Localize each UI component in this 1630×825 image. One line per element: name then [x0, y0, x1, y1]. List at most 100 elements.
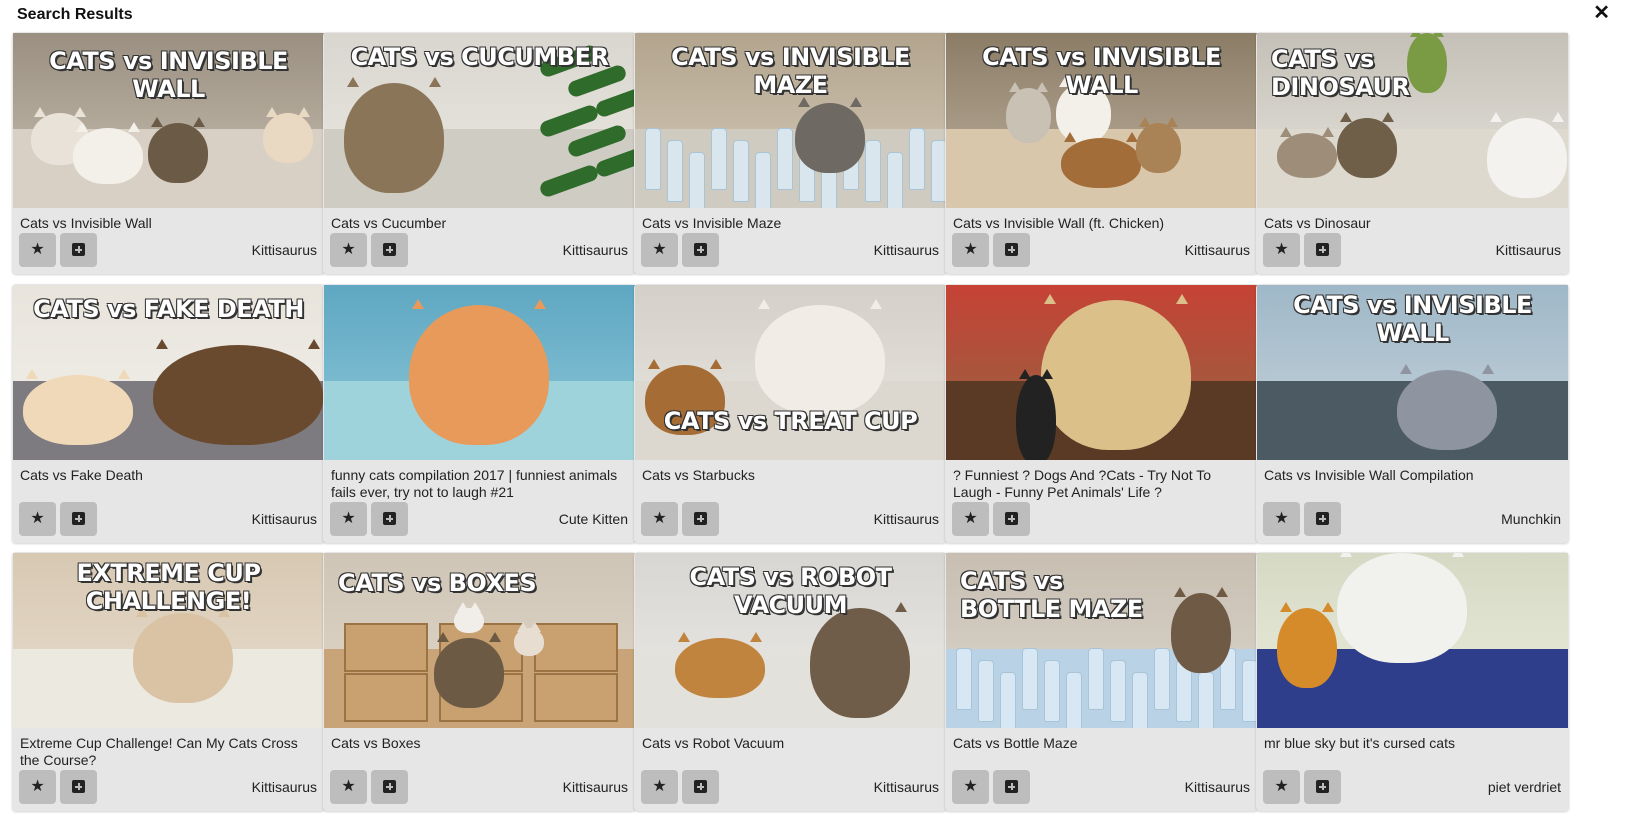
favorite-button[interactable]: ★ — [952, 502, 989, 536]
star-icon: ★ — [963, 778, 978, 795]
favorite-button[interactable]: ★ — [952, 233, 989, 267]
video-card[interactable]: CATS vs INVISIBLE WALL Cats vs Invisible … — [1256, 284, 1569, 543]
add-to-playlist-button[interactable] — [371, 233, 408, 267]
video-thumbnail[interactable]: CATS vs INVISIBLE WALL — [13, 33, 324, 208]
video-thumbnail[interactable]: CATS vs ROBOT VACUUM — [635, 553, 946, 728]
channel-name[interactable]: Munchkin — [1501, 511, 1561, 527]
channel-name[interactable]: Kittisaurus — [1496, 242, 1561, 258]
channel-name[interactable]: Kittisaurus — [252, 242, 317, 258]
video-title[interactable]: Cats vs Boxes — [331, 735, 627, 752]
header-bar: Search Results ✕ — [0, 0, 1630, 30]
favorite-button[interactable]: ★ — [19, 770, 56, 804]
video-title[interactable]: Cats vs Fake Death — [20, 467, 316, 484]
video-card[interactable]: CATS vs FAKE DEATH Cats vs Fake Death ★ Kit… — [12, 284, 325, 543]
video-thumbnail[interactable]: CATS vs TREAT CUP — [635, 285, 946, 460]
video-card[interactable]: CATS vs TREAT CUP Cats vs Starbucks ★ Kitti… — [634, 284, 947, 543]
video-card[interactable]: CATS vs INVISIBLE WALL Cats vs Invisible … — [12, 32, 325, 274]
bottle-shape — [1110, 660, 1126, 722]
video-card[interactable]: ? Funniest ? Dogs And ?Cats - Try Not To… — [945, 284, 1258, 543]
favorite-button[interactable]: ★ — [19, 502, 56, 536]
video-thumbnail[interactable]: CATS vs BOTTLE MAZE — [946, 553, 1257, 728]
video-thumbnail[interactable]: CATS vs INVISIBLE MAZE — [635, 33, 946, 208]
channel-name[interactable]: Kittisaurus — [1185, 779, 1250, 795]
video-title[interactable]: funny cats compilation 2017 | funniest a… — [331, 467, 627, 501]
video-thumbnail[interactable] — [1257, 553, 1568, 728]
thumbnail-overlay-text: CATS vs INVISIBLE WALL — [1293, 291, 1532, 347]
close-icon[interactable]: ✕ — [1593, 2, 1610, 24]
video-title[interactable]: Cats vs Robot Vacuum — [642, 735, 938, 752]
video-thumbnail[interactable] — [324, 285, 635, 460]
video-card[interactable]: funny cats compilation 2017 | funniest a… — [323, 284, 636, 543]
favorite-button[interactable]: ★ — [952, 770, 989, 804]
video-title[interactable]: Cats vs Dinosaur — [1264, 215, 1560, 232]
add-to-playlist-button[interactable] — [60, 233, 97, 267]
channel-name[interactable]: Kittisaurus — [252, 779, 317, 795]
video-title[interactable]: Cats vs Invisible Wall — [20, 215, 316, 232]
video-card[interactable]: EXTREME CUP CHALLENGE! Extreme Cup Challe… — [12, 552, 325, 811]
favorite-button[interactable]: ★ — [19, 233, 56, 267]
video-card[interactable]: CATS vs ROBOT VACUUM Cats vs Robot Vacuum… — [634, 552, 947, 811]
star-icon: ★ — [341, 241, 356, 258]
favorite-button[interactable]: ★ — [1263, 233, 1300, 267]
cat-shape — [73, 122, 143, 184]
channel-name[interactable]: Kittisaurus — [563, 779, 628, 795]
favorite-button[interactable]: ★ — [330, 770, 367, 804]
add-to-playlist-button[interactable] — [1304, 770, 1341, 804]
video-thumbnail[interactable]: CATS vs DINOSAUR — [1257, 33, 1568, 208]
favorite-button[interactable]: ★ — [641, 770, 678, 804]
video-title[interactable]: Cats vs Invisible Maze — [642, 215, 938, 232]
favorite-button[interactable]: ★ — [641, 233, 678, 267]
bottle-shape — [667, 140, 683, 202]
video-thumbnail[interactable]: CATS vs INVISIBLE WALL — [1257, 285, 1568, 460]
star-icon: ★ — [1274, 241, 1289, 258]
channel-name[interactable]: Kittisaurus — [252, 511, 317, 527]
video-title[interactable]: Cats vs Bottle Maze — [953, 735, 1249, 752]
add-to-playlist-button[interactable] — [993, 233, 1030, 267]
bottle-shape — [1154, 648, 1170, 710]
video-card[interactable]: CATS vs INVISIBLE MAZE Cats vs Invisible … — [634, 32, 947, 274]
video-title[interactable]: Cats vs Invisible Wall (ft. Chicken) — [953, 215, 1249, 232]
video-thumbnail[interactable]: CATS vs INVISIBLE WALL — [946, 33, 1257, 208]
video-thumbnail[interactable]: CATS vs BOXES — [324, 553, 635, 728]
channel-name[interactable]: piet verdriet — [1488, 779, 1561, 795]
video-title[interactable]: Cats vs Cucumber — [331, 215, 627, 232]
favorite-button[interactable]: ★ — [330, 502, 367, 536]
video-title[interactable]: mr blue sky but it's cursed cats — [1264, 735, 1560, 752]
video-title[interactable]: Cats vs Invisible Wall Compilation — [1264, 467, 1560, 484]
favorite-button[interactable]: ★ — [1263, 502, 1300, 536]
video-thumbnail[interactable]: CATS vs FAKE DEATH — [13, 285, 324, 460]
video-card[interactable]: CATS vs BOTTLE MAZE Cats vs Bottle Maze ★ K… — [945, 552, 1258, 811]
add-to-playlist-button[interactable] — [993, 770, 1030, 804]
add-to-playlist-button[interactable] — [1304, 502, 1341, 536]
favorite-button[interactable]: ★ — [330, 233, 367, 267]
video-title[interactable]: Cats vs Starbucks — [642, 467, 938, 484]
star-icon: ★ — [652, 778, 667, 795]
video-thumbnail[interactable] — [946, 285, 1257, 460]
video-card[interactable]: CATS vs BOXES Cats vs Boxes ★ Kittisaurus — [323, 552, 636, 811]
video-card[interactable]: CATS vs DINOSAUR Cats vs Dinosaur ★ Kittisa… — [1256, 32, 1569, 274]
channel-name[interactable]: Kittisaurus — [874, 242, 939, 258]
video-title[interactable]: Extreme Cup Challenge! Can My Cats Cross… — [20, 735, 316, 769]
add-to-playlist-button[interactable] — [1304, 233, 1341, 267]
video-card[interactable]: CATS vs INVISIBLE WALL Cats vs Invisible … — [945, 32, 1258, 274]
add-to-playlist-button[interactable] — [682, 502, 719, 536]
video-thumbnail[interactable]: CATS vs CUCUMBER — [324, 33, 635, 208]
channel-name[interactable]: Kittisaurus — [874, 511, 939, 527]
channel-name[interactable]: Kittisaurus — [563, 242, 628, 258]
add-to-playlist-button[interactable] — [682, 770, 719, 804]
add-to-playlist-button[interactable] — [682, 233, 719, 267]
favorite-button[interactable]: ★ — [641, 502, 678, 536]
video-card[interactable]: CATS vs CUCUMBER Cats vs Cucumber ★ Kittisa… — [323, 32, 636, 274]
add-to-playlist-button[interactable] — [371, 502, 408, 536]
video-thumbnail[interactable]: EXTREME CUP CHALLENGE! — [13, 553, 324, 728]
favorite-button[interactable]: ★ — [1263, 770, 1300, 804]
add-to-playlist-button[interactable] — [60, 502, 97, 536]
add-to-playlist-button[interactable] — [371, 770, 408, 804]
add-to-playlist-button[interactable] — [60, 770, 97, 804]
channel-name[interactable]: Cute Kitten — [559, 511, 628, 527]
video-title[interactable]: ? Funniest ? Dogs And ?Cats - Try Not To… — [953, 467, 1249, 501]
video-card[interactable]: mr blue sky but it's cursed cats ★ piet ve… — [1256, 552, 1569, 811]
channel-name[interactable]: Kittisaurus — [1185, 242, 1250, 258]
add-to-playlist-button[interactable] — [993, 502, 1030, 536]
channel-name[interactable]: Kittisaurus — [874, 779, 939, 795]
